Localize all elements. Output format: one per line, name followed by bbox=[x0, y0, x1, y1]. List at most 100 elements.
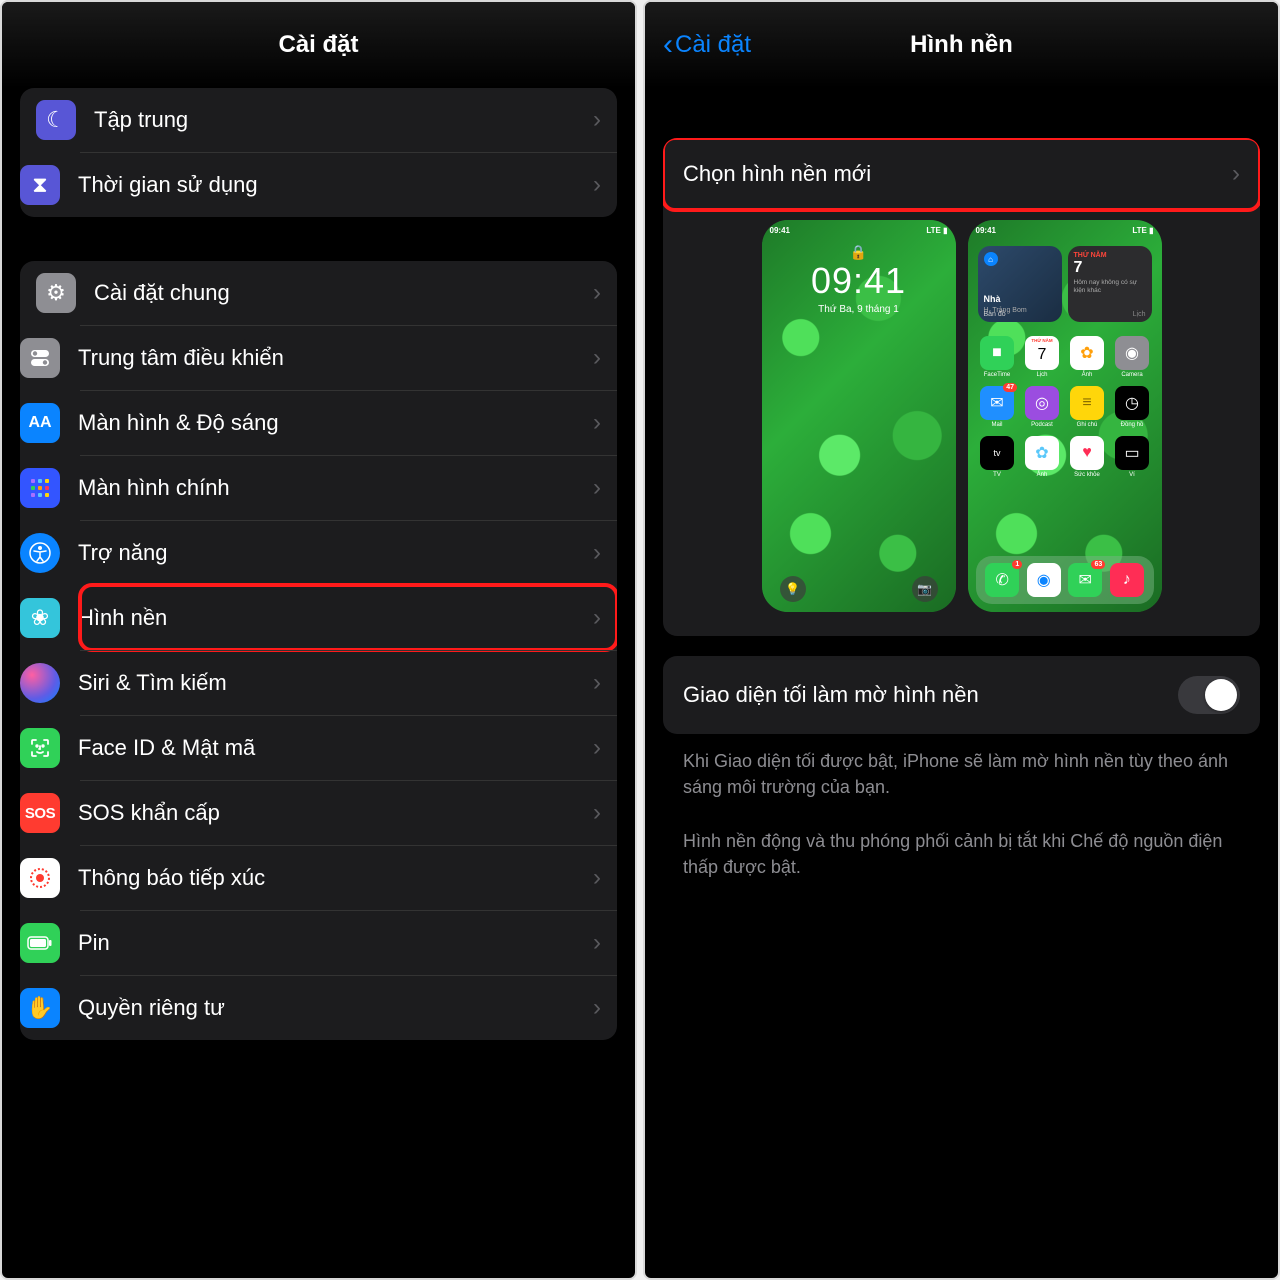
row-exposure[interactable]: Thông báo tiếp xúc › bbox=[80, 845, 617, 910]
dock-app: ♪ bbox=[1110, 563, 1144, 597]
row-focus[interactable]: ☾ Tập trung › bbox=[20, 88, 617, 152]
calendar-widget: THỨ NĂM 7 Hôm nay không có sự kiện khác … bbox=[1068, 246, 1152, 322]
settings-group-2: ⚙ Cài đặt chung › Trung tâm điều khiển ›… bbox=[20, 261, 617, 1040]
app-item: tvTV bbox=[978, 436, 1017, 478]
app-grid: ■FaceTimeTHỨ NĂM7Lịch✿Ảnh◉Camera✉47Mail◎… bbox=[978, 336, 1152, 478]
wallpaper-title: Hình nền bbox=[910, 31, 1013, 59]
back-label: Cài đặt bbox=[675, 31, 751, 59]
chevron-right-icon: › bbox=[593, 344, 601, 372]
toggle-switch[interactable] bbox=[1178, 676, 1240, 714]
chevron-right-icon: › bbox=[593, 929, 601, 957]
wallpaper-content: Chọn hình nền mới › 09:41LTE ▮ 🔒 09:41 T… bbox=[645, 88, 1278, 1278]
row-homescreen[interactable]: Màn hình chính › bbox=[80, 455, 617, 520]
dock-app: ✆1 bbox=[985, 563, 1019, 597]
maps-widget: ⌂ Nhà H. Trảng Bom Bản đồ bbox=[978, 246, 1062, 322]
chevron-right-icon: › bbox=[593, 474, 601, 502]
row-wallpaper[interactable]: ❀ Hình nền › bbox=[80, 585, 617, 650]
chevron-right-icon: › bbox=[593, 279, 601, 307]
app-item: ◎Podcast bbox=[1023, 386, 1062, 428]
grid-icon bbox=[20, 468, 60, 508]
settings-content: ☾ Tập trung › ⧗ Thời gian sử dụng › ⚙ Cà… bbox=[2, 88, 635, 1278]
chevron-right-icon: › bbox=[593, 171, 601, 199]
display-icon: AA bbox=[20, 403, 60, 443]
row-label: Quyền riêng tư bbox=[78, 995, 593, 1021]
chevron-right-icon: › bbox=[593, 604, 601, 632]
settings-group-1: ☾ Tập trung › ⧗ Thời gian sử dụng › bbox=[20, 88, 617, 217]
switch-knob bbox=[1205, 679, 1237, 711]
back-button[interactable]: ‹ Cài đặt bbox=[663, 30, 751, 60]
camera-icon: 📷 bbox=[912, 576, 938, 602]
row-label: Trung tâm điều khiển bbox=[78, 345, 593, 371]
row-label: Siri & Tìm kiếm bbox=[78, 670, 593, 696]
row-sos[interactable]: SOS SOS khẩn cấp › bbox=[80, 780, 617, 845]
chevron-right-icon: › bbox=[593, 106, 601, 134]
settings-panel: Cài đặt ☾ Tập trung › ⧗ Thời gian sử dụn… bbox=[0, 0, 637, 1280]
chevron-right-icon: › bbox=[593, 409, 601, 437]
siri-icon bbox=[20, 663, 60, 703]
row-label: Trợ năng bbox=[78, 540, 593, 566]
toggle-label: Giao diện tối làm mờ hình nền bbox=[683, 682, 1178, 708]
settings-header: Cài đặt bbox=[2, 2, 635, 88]
chevron-right-icon: › bbox=[593, 734, 601, 762]
app-item: ✿Ảnh bbox=[1023, 436, 1062, 478]
chevron-right-icon: › bbox=[593, 799, 601, 827]
app-item: ◷Đồng hồ bbox=[1113, 386, 1152, 428]
row-label: Pin bbox=[78, 930, 593, 956]
row-accessibility[interactable]: Trợ năng › bbox=[80, 520, 617, 585]
chevron-right-icon: › bbox=[593, 994, 601, 1022]
toggles-icon bbox=[20, 338, 60, 378]
chevron-right-icon: › bbox=[593, 864, 601, 892]
lock-date: Thứ Ba, 9 tháng 1 bbox=[762, 304, 956, 315]
app-item: ✿Ảnh bbox=[1068, 336, 1107, 378]
lock-bottombar: 💡 📷 bbox=[780, 576, 938, 602]
wallpaper-group: Chọn hình nền mới › 09:41LTE ▮ 🔒 09:41 T… bbox=[663, 138, 1260, 636]
wallpaper-panel: ‹ Cài đặt Hình nền Chọn hình nền mới › 0… bbox=[643, 0, 1280, 1280]
moon-icon: ☾ bbox=[36, 100, 76, 140]
gear-icon: ⚙ bbox=[36, 273, 76, 313]
row-label: Màn hình & Độ sáng bbox=[78, 410, 593, 436]
row-control-center[interactable]: Trung tâm điều khiển › bbox=[80, 325, 617, 390]
battery-icon bbox=[20, 923, 60, 963]
dock: ✆1◉✉63♪ bbox=[976, 556, 1154, 604]
wallpaper-previews: 09:41LTE ▮ 🔒 09:41 Thứ Ba, 9 tháng 1 💡 📷… bbox=[663, 210, 1260, 636]
exposure-icon bbox=[20, 858, 60, 898]
row-faceid[interactable]: Face ID & Mật mã › bbox=[80, 715, 617, 780]
row-label: Cài đặt chung bbox=[94, 280, 593, 306]
accessibility-icon bbox=[20, 533, 60, 573]
footer-text-2: Hình nền động và thu phóng phối cảnh bị … bbox=[663, 814, 1260, 894]
lockscreen-preview[interactable]: 09:41LTE ▮ 🔒 09:41 Thứ Ba, 9 tháng 1 💡 📷 bbox=[762, 220, 956, 612]
lock-icon: 🔒 bbox=[850, 244, 867, 261]
settings-title: Cài đặt bbox=[278, 31, 358, 59]
row-label: Màn hình chính bbox=[78, 475, 593, 501]
row-label: SOS khẩn cấp bbox=[78, 800, 593, 826]
wallpaper-header: ‹ Cài đặt Hình nền bbox=[645, 2, 1278, 88]
preview-statusbar: 09:41LTE ▮ bbox=[976, 226, 1154, 235]
row-label: Thời gian sử dụng bbox=[78, 172, 593, 198]
row-battery[interactable]: Pin › bbox=[80, 910, 617, 975]
row-label: Hình nền bbox=[78, 605, 593, 631]
lock-time: 09:41 bbox=[762, 260, 956, 302]
row-label: Thông báo tiếp xúc bbox=[78, 865, 593, 891]
app-item: ▭Ví bbox=[1113, 436, 1152, 478]
app-item: ✉47Mail bbox=[978, 386, 1017, 428]
widgets-row: ⌂ Nhà H. Trảng Bom Bản đồ THỨ NĂM 7 Hôm … bbox=[978, 246, 1152, 322]
row-general[interactable]: ⚙ Cài đặt chung › bbox=[20, 261, 617, 325]
choose-label: Chọn hình nền mới bbox=[683, 161, 1232, 187]
choose-wallpaper-row[interactable]: Chọn hình nền mới › bbox=[663, 138, 1260, 210]
dock-app: ✉63 bbox=[1068, 563, 1102, 597]
app-item: ≡Ghi chú bbox=[1068, 386, 1107, 428]
row-privacy[interactable]: ✋ Quyền riêng tư › bbox=[80, 975, 617, 1040]
flashlight-icon: 💡 bbox=[780, 576, 806, 602]
chevron-right-icon: › bbox=[593, 669, 601, 697]
row-siri[interactable]: Siri & Tìm kiếm › bbox=[80, 650, 617, 715]
app-item: THỨ NĂM7Lịch bbox=[1023, 336, 1062, 378]
hourglass-icon: ⧗ bbox=[20, 165, 60, 205]
hand-icon: ✋ bbox=[20, 988, 60, 1028]
row-label: Face ID & Mật mã bbox=[78, 735, 593, 761]
homescreen-preview[interactable]: 09:41LTE ▮ ⌂ Nhà H. Trảng Bom Bản đồ THỨ… bbox=[968, 220, 1162, 612]
app-item: ◉Camera bbox=[1113, 336, 1152, 378]
row-screentime[interactable]: ⧗ Thời gian sử dụng › bbox=[80, 152, 617, 217]
row-display[interactable]: AA Màn hình & Độ sáng › bbox=[80, 390, 617, 455]
dark-dim-row[interactable]: Giao diện tối làm mờ hình nền bbox=[663, 656, 1260, 734]
sos-icon: SOS bbox=[20, 793, 60, 833]
